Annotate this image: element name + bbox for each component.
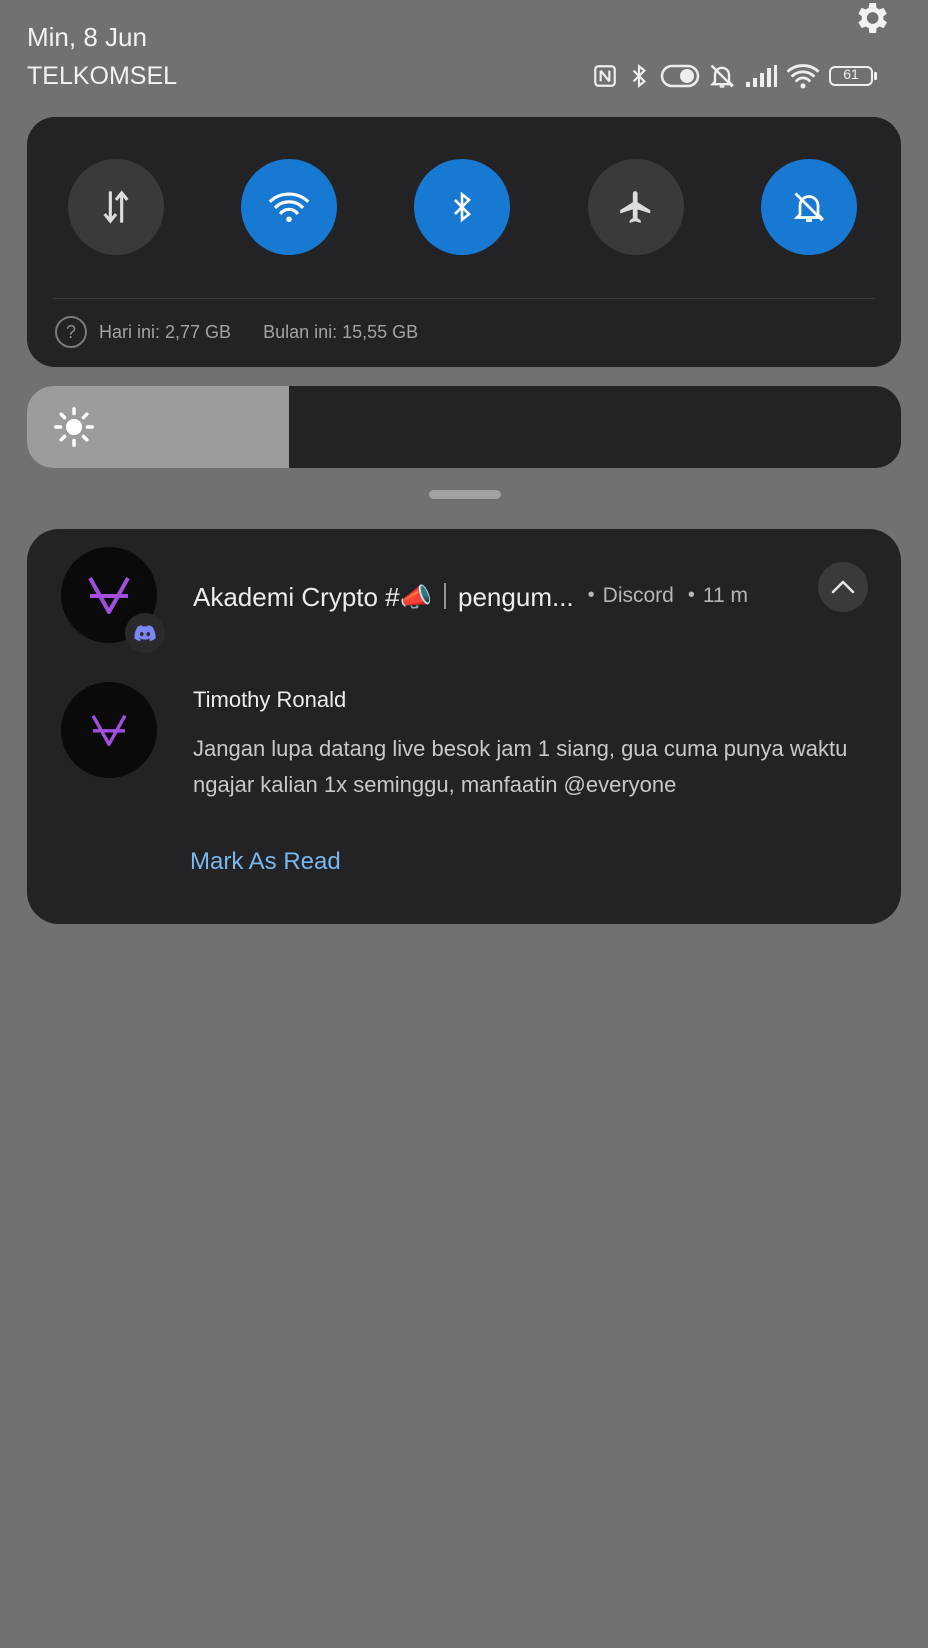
usage-month: Bulan ini: 15,55 GB <box>263 321 419 342</box>
meta-separator: • <box>687 584 695 606</box>
collapse-button[interactable] <box>818 562 868 612</box>
nfc-icon <box>592 63 618 89</box>
wifi-icon <box>268 192 310 223</box>
status-icons: 61 <box>592 62 886 90</box>
usage-today: Hari ini: 2,77 GB <box>99 321 232 342</box>
message-sender: Timothy Ronald <box>193 687 347 712</box>
brightness-slider[interactable] <box>27 386 901 468</box>
mute-bell-icon <box>793 192 825 222</box>
battery-icon: 61 <box>828 63 878 89</box>
mark-as-read-button[interactable]: Mark As Read <box>190 848 341 876</box>
sender-avatar <box>61 682 157 778</box>
data-transfer-icon <box>103 190 129 224</box>
akademi-crypto-logo-icon <box>88 577 130 614</box>
quick-settings-panel: ? Hari ini: 2,77 GB Bulan ini: 15,55 GB <box>27 117 901 367</box>
meta-separator: • <box>587 584 595 606</box>
toggle-icon <box>660 63 700 89</box>
carrier-name: TELKOMSEL <box>27 62 178 90</box>
message-text: Jangan lupa datang live besok jam 1 sian… <box>193 736 848 797</box>
mute-bell-icon <box>708 62 736 90</box>
bluetooth-toggle[interactable] <box>414 159 510 255</box>
airplane-icon <box>620 191 651 223</box>
discord-icon <box>125 613 165 653</box>
notification-title: Akademi Crypto #📣｜pengum... <box>193 582 574 612</box>
signal-icon <box>744 64 778 88</box>
akademi-crypto-logo-icon <box>91 714 127 746</box>
notification-header: Akademi Crypto #📣｜pengum... • Discord • … <box>193 577 748 614</box>
discord-notification[interactable]: Akademi Crypto #📣｜pengum... • Discord • … <box>27 529 901 924</box>
brightness-icon <box>54 407 94 447</box>
qs-divider <box>53 298 875 299</box>
notification-app: Discord <box>602 583 674 607</box>
gear-icon[interactable] <box>851 0 891 38</box>
notification-shade: Min, 8 Jun TELKOMSEL 61 ? Hari ini: 2,77… <box>0 0 928 1648</box>
battery-level: 61 <box>843 66 859 82</box>
wifi-toggle[interactable] <box>241 159 337 255</box>
bluetooth-icon <box>454 191 471 223</box>
mobile-data-toggle[interactable] <box>68 159 164 255</box>
bluetooth-icon <box>626 63 652 89</box>
wifi-icon <box>786 63 820 89</box>
help-icon: ? <box>55 316 87 348</box>
chevron-up-icon <box>831 580 855 594</box>
status-date: Min, 8 Jun <box>27 22 147 52</box>
data-usage-row[interactable]: ? Hari ini: 2,77 GB Bulan ini: 15,55 GB <box>55 316 418 348</box>
silent-mode-toggle[interactable] <box>761 159 857 255</box>
airplane-mode-toggle[interactable] <box>588 159 684 255</box>
drag-handle[interactable] <box>429 490 501 499</box>
notification-time: 11 m <box>702 583 749 607</box>
